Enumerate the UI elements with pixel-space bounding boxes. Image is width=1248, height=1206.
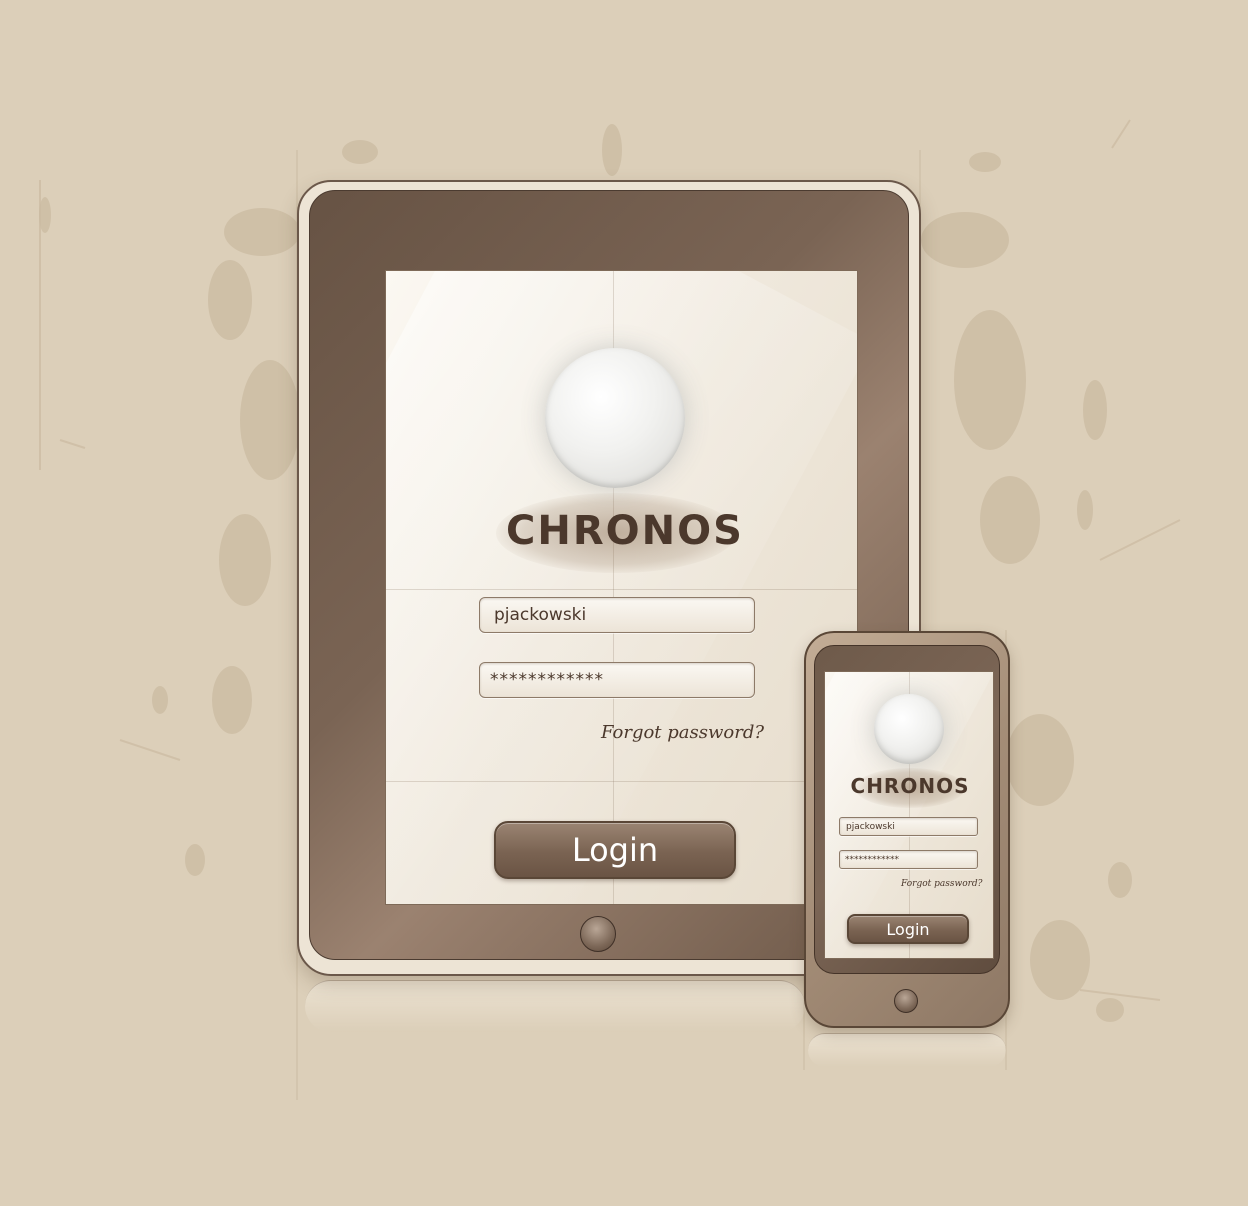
username-field[interactable]: pjackowski — [479, 597, 755, 633]
tablet-reflection — [305, 980, 805, 1032]
avatar-placeholder-icon — [874, 694, 944, 764]
phone-login-screen: CHRONOS pjackowski ************ Forgot p… — [824, 671, 994, 959]
login-button[interactable]: Login — [494, 821, 736, 879]
password-field[interactable]: ************ — [839, 850, 978, 869]
brand-title: CHRONOS — [850, 774, 970, 798]
tablet-login-screen: CHRONOS pjackowski ************ Forgot p… — [385, 270, 858, 905]
phone-reflection — [808, 1033, 1006, 1067]
home-button-icon[interactable] — [580, 916, 616, 952]
home-button-icon[interactable] — [894, 989, 918, 1013]
login-button[interactable]: Login — [847, 914, 969, 944]
guide-line — [386, 781, 857, 782]
guide-line — [386, 589, 857, 590]
username-field[interactable]: pjackowski — [839, 817, 978, 836]
password-field[interactable]: ************ — [479, 662, 755, 698]
forgot-password-link[interactable]: Forgot password? — [901, 879, 983, 889]
phone-device: CHRONOS pjackowski ************ Forgot p… — [804, 631, 1010, 1028]
phone-bezel: CHRONOS pjackowski ************ Forgot p… — [814, 645, 1000, 974]
brand-title: CHRONOS — [506, 508, 744, 554]
forgot-password-link[interactable]: Forgot password? — [601, 722, 764, 743]
avatar-placeholder-icon — [545, 348, 685, 488]
